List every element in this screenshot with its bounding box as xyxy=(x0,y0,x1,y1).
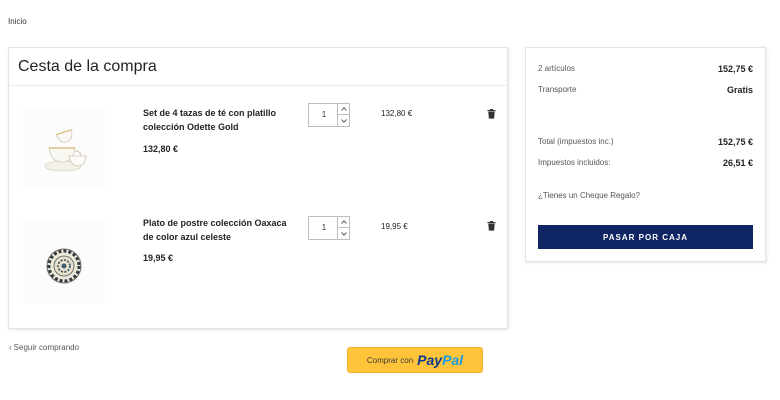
quantity-decrease-button[interactable] xyxy=(338,228,349,239)
product-image-cups[interactable] xyxy=(23,108,105,190)
product-name-link[interactable]: Set de 4 tazas de té con platillo colecc… xyxy=(143,106,295,134)
chevron-left-icon: ‹ xyxy=(9,343,12,352)
paypal-prefix: Comprar con xyxy=(366,355,414,365)
quantity-input[interactable]: 1 xyxy=(309,217,339,239)
product-unit-price: 19,95 € xyxy=(143,253,174,263)
summary-total-row: Total (impuestos inc.) 152,75 € xyxy=(538,137,753,151)
breadcrumb: Inicio xyxy=(8,17,27,26)
summary-taxes-row: Impuestos incluidos: 26,51 € xyxy=(538,158,753,172)
cart-item: Plato de postre colección Oaxaca de colo… xyxy=(9,206,507,316)
quantity-input[interactable]: 1 xyxy=(309,104,339,126)
line-total: 19,95 € xyxy=(381,222,408,231)
cart-header: Cesta de la compra xyxy=(9,48,507,86)
checkout-button[interactable]: PASAR POR CAJA xyxy=(538,225,753,249)
quantity-increase-button[interactable] xyxy=(338,104,349,115)
trash-icon xyxy=(487,109,496,119)
chevron-up-icon xyxy=(340,107,347,111)
remove-item-button[interactable] xyxy=(487,218,496,231)
remove-item-button[interactable] xyxy=(487,106,496,119)
summary-shipping-value: Gratis xyxy=(726,85,753,95)
cart-item: Set de 4 tazas de té con platillo colecc… xyxy=(9,92,507,202)
paypal-button[interactable]: Comprar con PayPal xyxy=(347,347,483,373)
summary-taxes-value: 26,51 € xyxy=(722,158,753,168)
summary-items-value: 152,75 € xyxy=(717,64,753,74)
summary-total-value: 152,75 € xyxy=(717,137,753,147)
paypal-logo-pay: Pay xyxy=(417,352,443,368)
blue-plate-icon xyxy=(46,248,82,284)
quantity-decrease-button[interactable] xyxy=(338,115,349,126)
trash-icon xyxy=(487,221,496,231)
line-total: 132,80 € xyxy=(381,109,413,118)
cart-title: Cesta de la compra xyxy=(18,57,157,75)
continue-shopping-link[interactable]: ‹ Seguir comprando xyxy=(9,343,79,352)
quantity-stepper[interactable]: 1 xyxy=(308,216,350,240)
paypal-logo-pal: Pal xyxy=(442,352,464,368)
paypal-logo: PayPal xyxy=(417,352,463,368)
summary-items-label: 2 artículos xyxy=(538,64,575,73)
chevron-down-icon xyxy=(340,231,347,236)
breadcrumb-home-link[interactable]: Inicio xyxy=(8,17,27,26)
checkout-button-label: PASAR POR CAJA xyxy=(603,232,688,242)
gift-voucher-link[interactable]: ¿Tienes un Cheque Regalo? xyxy=(538,191,640,200)
summary-items-row: 2 artículos 152,75 € xyxy=(538,64,753,78)
quantity-increase-button[interactable] xyxy=(338,217,349,228)
summary-total-label: Total (impuestos inc.) xyxy=(538,137,614,146)
quantity-buttons xyxy=(337,217,349,239)
chevron-down-icon xyxy=(340,118,347,123)
order-summary: 2 artículos 152,75 € Transporte Gratis T… xyxy=(525,47,766,262)
cups-saucer-icon xyxy=(44,129,87,172)
product-image-plate[interactable] xyxy=(23,221,105,303)
quantity-stepper[interactable]: 1 xyxy=(308,103,350,127)
chevron-up-icon xyxy=(340,220,347,224)
product-unit-price: 132,80 € xyxy=(143,144,179,154)
quantity-buttons xyxy=(337,104,349,126)
summary-shipping-row: Transporte Gratis xyxy=(538,85,753,99)
summary-taxes-label: Impuestos incluidos: xyxy=(538,158,611,167)
summary-shipping-label: Transporte xyxy=(538,85,577,94)
continue-shopping-label: Seguir comprando xyxy=(13,343,80,352)
product-name-link[interactable]: Plato de postre colección Oaxaca de colo… xyxy=(143,216,295,244)
cart-panel: Cesta de la compra Set de 4 tazas de té … xyxy=(8,47,508,329)
